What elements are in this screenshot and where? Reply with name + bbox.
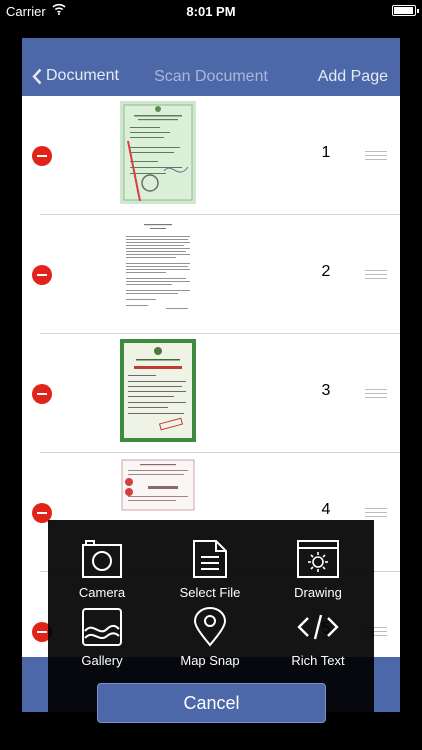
- page-row[interactable]: 3: [22, 334, 400, 453]
- reorder-handle-icon[interactable]: [365, 389, 387, 398]
- action-label: Camera: [78, 585, 126, 600]
- drawing-action[interactable]: Drawing: [270, 539, 366, 600]
- page-number: 2: [321, 263, 331, 280]
- camera-action[interactable]: Camera: [54, 539, 150, 600]
- page-number: 3: [321, 382, 331, 399]
- page-number: 4: [321, 501, 331, 518]
- camera-icon: [82, 540, 122, 578]
- delete-page-button[interactable]: [32, 146, 52, 166]
- action-label: Select File: [179, 585, 241, 600]
- action-label: Rich Text: [291, 653, 345, 668]
- delete-page-button[interactable]: [32, 265, 52, 285]
- action-label: Gallery: [81, 653, 123, 668]
- navigation-bar: Document Scan Document Add Page: [22, 38, 400, 96]
- select-file-action[interactable]: Select File: [162, 539, 258, 600]
- add-page-button[interactable]: Add Page: [318, 68, 388, 86]
- rich-text-action[interactable]: Rich Text: [270, 607, 366, 668]
- reorder-handle-icon[interactable]: [365, 508, 387, 517]
- drawing-icon: [297, 540, 339, 578]
- action-label: Drawing: [294, 585, 342, 600]
- page-row[interactable]: 1: [22, 96, 400, 215]
- file-icon: [193, 540, 227, 578]
- status-bar: Carrier 8:01 PM: [0, 0, 422, 22]
- battery-fill: [394, 7, 413, 14]
- map-pin-icon: [193, 607, 227, 647]
- code-icon: [297, 614, 339, 640]
- map-snap-action[interactable]: Map Snap: [162, 607, 258, 668]
- reorder-handle-icon[interactable]: [365, 151, 387, 160]
- page-number: 1: [321, 144, 331, 161]
- battery-icon: [392, 5, 419, 16]
- gallery-icon: [82, 608, 122, 646]
- delete-page-button[interactable]: [32, 384, 52, 404]
- page-row[interactable]: 2: [22, 215, 400, 334]
- page-thumbnail[interactable]: [120, 220, 196, 323]
- page-thumbnail[interactable]: [120, 101, 196, 204]
- cancel-button[interactable]: Cancel: [97, 683, 326, 723]
- clock: 8:01 PM: [186, 4, 236, 19]
- action-label: Map Snap: [180, 653, 240, 668]
- reorder-handle-icon[interactable]: [365, 270, 387, 279]
- gallery-action[interactable]: Gallery: [54, 607, 150, 668]
- page-thumbnail[interactable]: [120, 339, 196, 442]
